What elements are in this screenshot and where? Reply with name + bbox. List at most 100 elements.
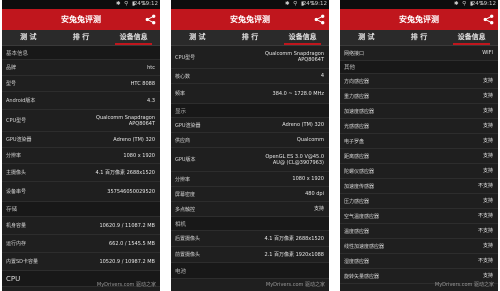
info-value: 10520.9 / 10987.2 MB [99,258,155,265]
info-label: 方向感应器 [344,78,370,85]
info-value: 384.0 ~ 1728.0 MHz [272,90,324,97]
info-row: GPU渲染器 Adreno (TM) 320 [171,118,329,133]
info-label: 旋转矢量感应器 [344,273,380,280]
tab-device-info[interactable]: 设备信息 [107,30,160,45]
info-label: GPU版本 [175,157,196,163]
info-value: 支持 [482,93,493,99]
tab-test[interactable]: 测 试 [171,30,224,45]
status-bar: ✱ ⚲ ▮ 24% 19:12 [340,0,498,9]
info-row: 频率 384.0 ~ 1728.0 MHz [171,84,329,104]
tab-ranking[interactable]: 排 行 [55,30,108,45]
info-value: 支持 [482,198,493,204]
info-value: 支持 [482,273,493,279]
info-row: GPU版本 OpenGL ES 3.0 V@45.0 AU@ (CL@390796… [171,148,329,172]
tab-bar: 测 试 排 行 设备信息 [171,30,329,46]
clock: 19:12 [142,1,158,7]
section-header: 显示 [171,104,329,118]
tab-test[interactable]: 测 试 [340,30,393,45]
info-label: 运行内存 [6,241,27,247]
info-label: 供应商 [175,137,191,144]
tab-ranking[interactable]: 排 行 [224,30,277,45]
watermark: MyDrivers.com 驱动之家 [96,282,156,288]
info-value: Qualcomm Snapdragon APQ8064T [96,114,155,127]
info-row: CPU型号 Qualcomm Snapdragon APQ8064T [2,110,160,132]
info-row: 分辨率 1080 x 1920 [2,148,160,164]
status-bar: ✱ ⚲ ▮ 24% 19:12 [171,0,329,9]
info-value: Adreno (TM) 320 [282,122,324,128]
info-label: 主摄像头 [6,170,27,176]
tab-device-info[interactable]: 设备信息 [276,30,329,45]
info-label: 分辨率 [175,176,191,183]
info-label: 核心数 [175,73,191,80]
info-row: 重力感应器 支持 [340,89,498,104]
info-label: 温度感应器 [344,228,370,235]
share-icon[interactable] [483,14,494,25]
info-row: 陀螺仪感应器 支持 [340,164,498,179]
info-value: 10620.9 / 11087.2 MB [99,222,155,229]
phone-screen-2: ✱ ⚲ ▮ 24% 19:12 安兔兔评测 测 试 排 行 设备信息 CPU型号… [171,0,329,291]
watermark: MyDrivers.com 驱动之家 [434,282,494,288]
info-value: 357546050029520 [107,188,155,195]
info-value: 支持 [482,153,493,159]
info-row: 电子罗盘 支持 [340,134,498,149]
info-value: 4.3 [147,97,155,104]
info-value: 支持 [482,78,493,84]
info-row: 核心数 4 [171,69,329,84]
info-label: 空气温度感应器 [344,213,380,220]
info-label: 屏幕密度 [175,191,196,198]
info-row: 温度感应器 不支持 [340,224,498,239]
info-value: 1080 x 1920 [123,152,155,159]
info-value: OpenGL ES 3.0 V@45.0 AU@ (CL@3907963) [265,153,324,166]
info-row: GPU渲染器 Adreno (TM) 320 [2,132,160,148]
share-icon[interactable] [145,14,156,25]
info-row: 多点触控 支持 [171,202,329,217]
info-label: 加速度感应器 [344,108,375,115]
info-label: CPU型号 [6,118,27,124]
tab-bar: 测 试 排 行 设备信息 [2,30,160,46]
info-label: 多点触控 [175,206,196,213]
info-label: 加速度传感器 [344,183,375,190]
info-value: 支持 [482,123,493,129]
info-value: Adreno (TM) 320 [113,136,155,143]
share-icon[interactable] [314,14,325,25]
tab-test[interactable]: 测 试 [2,30,55,45]
app-title: 安兔兔评测 [61,15,101,24]
clock: 19:12 [480,1,496,7]
info-list[interactable]: CPU型号 Qualcomm Snapdragon APQ8064T 核心数 4 频率 3… [171,46,329,291]
info-label: CPU型号 [175,54,196,61]
info-value: 4.1 百万像素 2688x1520 [95,169,155,176]
info-value: 1080 x 1920 [292,176,324,182]
info-value: 480 dpi [305,191,324,197]
info-value: 支持 [482,168,493,174]
info-label: 湿度感应器 [344,258,370,265]
info-row: 加速度传感器 不支持 [340,179,498,194]
app-header: 安兔兔评测 [2,9,160,30]
info-value: 662.0 / 1545.5 MB [108,240,155,247]
info-value: 支持 [482,108,493,114]
info-list[interactable]: 网络接口 WIFI 其他 方向感应器 支持 重力感应器 支持 加速度感应器 支持 光感感应器 支持电… [340,46,498,291]
tab-device-info[interactable]: 设备信息 [445,30,498,45]
info-value: Qualcomm Snapdragon APQ8064T [265,51,324,63]
info-list[interactable]: 基本信息 品牌 htc 型号 HTC 8088 Android版本 4.3 CPU型号 Qual… [2,46,160,291]
info-label: 距离感应器 [344,153,370,160]
info-row: 供应商 Qualcomm [171,133,329,148]
info-row: 光感感应器 支持 [340,119,498,134]
info-label: 内置SD卡容量 [6,259,39,265]
info-label: 陀螺仪感应器 [344,168,375,175]
section-header: 存储 [2,202,160,217]
info-row: 网络接口 WIFI [340,46,498,61]
info-label: 重力感应器 [344,93,370,100]
tab-ranking[interactable]: 排 行 [393,30,446,45]
tab-bar: 测 试 排 行 设备信息 [340,30,498,46]
info-label: 品牌 [6,65,17,71]
info-label: 电子罗盘 [344,138,365,145]
info-row: 空气温度感应器 不支持 [340,209,498,224]
info-label: 线性加速度感应器 [344,243,385,250]
info-row: 内置SD卡容量 10520.9 / 10987.2 MB [2,253,160,271]
info-row: 前置摄像头 2.1 百万像素 1920x1088 [171,247,329,263]
info-row: 压力感应器 支持 [340,194,498,209]
info-value: HTC 8088 [130,80,155,87]
info-label: GPU渲染器 [175,122,201,129]
info-row: Android版本 4.3 [2,92,160,110]
info-row: 机身容量 10620.9 / 11087.2 MB [2,217,160,235]
